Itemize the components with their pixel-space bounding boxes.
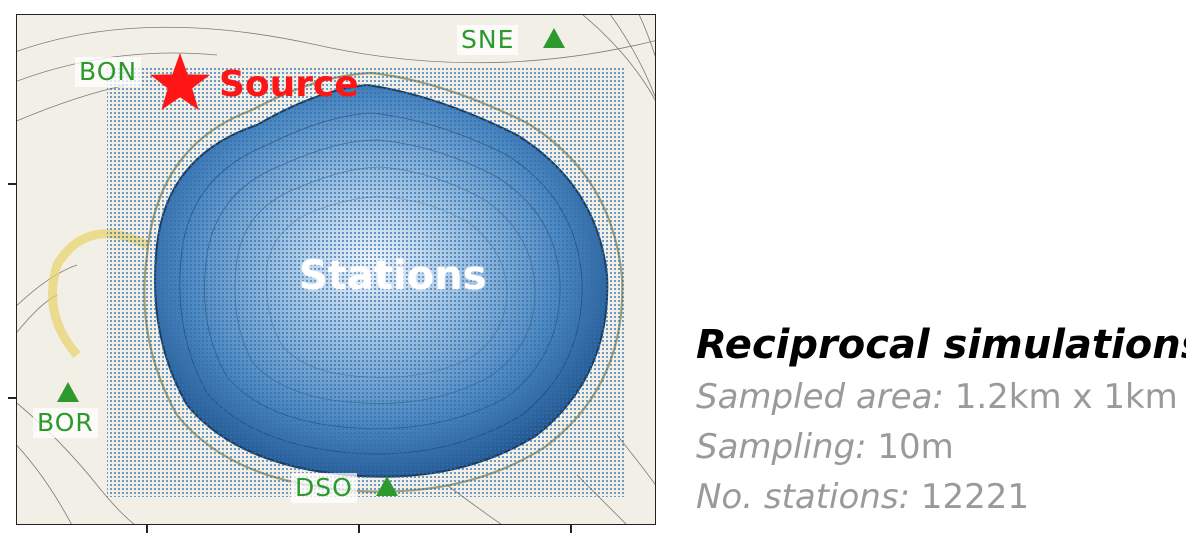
- source-star-icon: [150, 53, 210, 110]
- info-value: 10m: [877, 427, 954, 467]
- source-label: Source: [219, 64, 359, 105]
- stations-label: Stations: [299, 253, 487, 299]
- y-axis-tick: [8, 183, 16, 185]
- station-label-bor: BOR: [33, 408, 98, 438]
- info-key: No. stations:: [696, 477, 911, 517]
- info-line-no-stations: No. stations: 12221: [696, 472, 1176, 522]
- info-key: Sampling:: [696, 427, 867, 467]
- map-panel: BON SNE BOR DSO Source Stations: [16, 14, 656, 525]
- info-value: 1.2km x 1km: [954, 377, 1178, 417]
- station-marker-bor-icon: [57, 382, 79, 402]
- info-value: 12221: [920, 477, 1030, 517]
- x-axis-tick: [358, 525, 360, 533]
- station-label-bon: BON: [75, 57, 142, 87]
- station-marker-sne-icon: [543, 28, 565, 48]
- y-axis-tick: [8, 397, 16, 399]
- station-label-dso: DSO: [291, 473, 357, 503]
- info-line-sampled-area: Sampled area: 1.2km x 1km: [696, 372, 1178, 422]
- x-axis-tick: [146, 525, 148, 533]
- x-axis-tick: [570, 525, 572, 533]
- info-panel: Reciprocal simulations Sampled area: 1.2…: [696, 318, 1186, 522]
- station-marker-dso-icon: [376, 476, 398, 496]
- info-key: Sampled area:: [696, 377, 944, 417]
- info-line-sampling: Sampling: 10m: [696, 422, 1176, 472]
- station-label-sne: SNE: [457, 25, 519, 55]
- panel-title: Reciprocal simulations: [696, 322, 1186, 368]
